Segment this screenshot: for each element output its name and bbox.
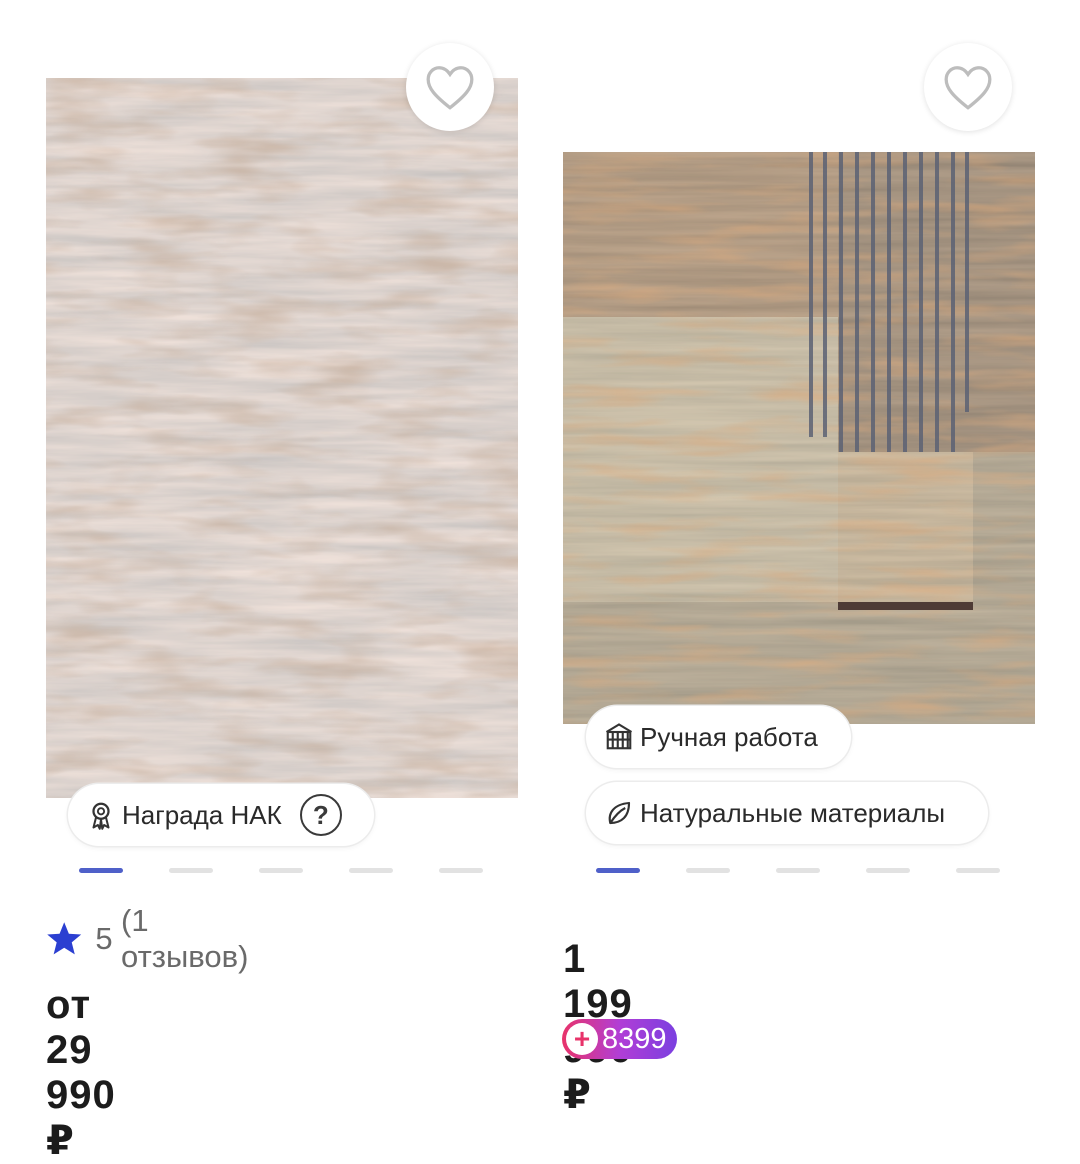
favorite-button-1[interactable] bbox=[406, 43, 494, 131]
product-image-1[interactable] bbox=[46, 78, 518, 798]
carousel-dot[interactable] bbox=[259, 868, 303, 873]
heart-outline-icon bbox=[426, 66, 474, 110]
rug-image-abstract-grey bbox=[46, 78, 518, 798]
bonus-value: 8399 bbox=[602, 1022, 667, 1055]
award-ribbon-icon bbox=[86, 800, 116, 830]
carousel-dot[interactable] bbox=[776, 868, 820, 873]
badge-handmade: Ручная работа bbox=[586, 706, 851, 768]
star-icon bbox=[47, 922, 82, 955]
handmade-loom-icon bbox=[604, 722, 634, 752]
plus-icon: + bbox=[566, 1023, 598, 1055]
rating-value: 5 bbox=[95, 921, 113, 956]
help-button[interactable]: ? bbox=[299, 794, 342, 836]
favorite-button-2[interactable] bbox=[924, 43, 1012, 131]
carousel-dot[interactable] bbox=[956, 868, 1000, 873]
badge-natural: Натуральные материалы bbox=[586, 782, 988, 844]
price-1: от 29 990 ₽ bbox=[46, 983, 116, 1163]
carousel-dot[interactable] bbox=[686, 868, 730, 873]
leaf-icon bbox=[604, 798, 634, 828]
badge-label: Награда НАК bbox=[122, 799, 282, 830]
badge-label: Ручная работа bbox=[640, 721, 818, 752]
badge-label: Натуральные материалы bbox=[640, 797, 946, 828]
review-count: (1 отзывов) bbox=[121, 903, 249, 974]
carousel-dot-active[interactable] bbox=[596, 868, 640, 873]
badge-award: Награда НАК ? bbox=[68, 784, 374, 846]
carousel-indicator-2 bbox=[596, 868, 1000, 873]
carousel-dot[interactable] bbox=[169, 868, 213, 873]
carousel-indicator-1 bbox=[79, 868, 483, 873]
product-image-2[interactable] bbox=[563, 152, 1035, 724]
carousel-dot[interactable] bbox=[349, 868, 393, 873]
carousel-dot-active[interactable] bbox=[79, 868, 123, 873]
rating[interactable]: 5 (1 отзывов) bbox=[45, 903, 258, 975]
carousel-dot[interactable] bbox=[866, 868, 910, 873]
bonus-points-badge: + 8399 bbox=[562, 1019, 677, 1059]
heart-outline-icon bbox=[944, 66, 992, 110]
carousel-dot[interactable] bbox=[439, 868, 483, 873]
rug-image-geometric-rust bbox=[563, 152, 1035, 724]
